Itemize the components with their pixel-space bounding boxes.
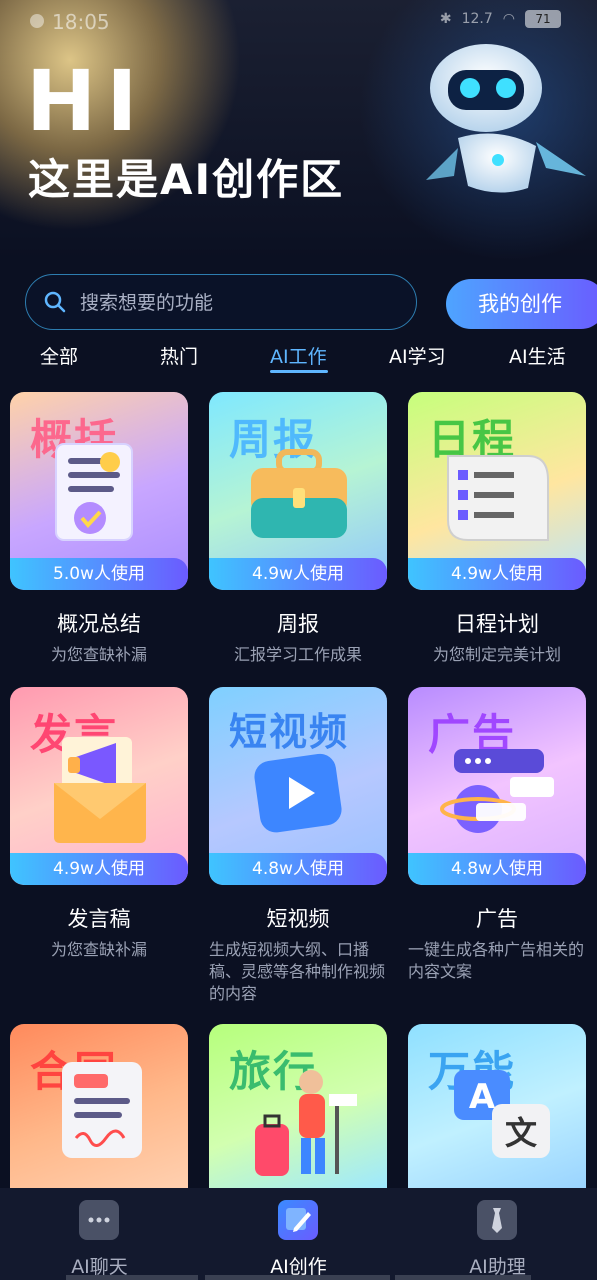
home-indicator-right	[395, 1275, 531, 1280]
hero-title: HI	[26, 52, 148, 150]
wifi-icon: ◠	[502, 11, 515, 27]
pen-icon	[278, 1200, 318, 1240]
tie-icon	[477, 1200, 517, 1240]
play-video-icon	[254, 753, 342, 833]
card-description: 生成短视频大纲、口播稿、灵感等各种制作视频的内容	[209, 940, 386, 1003]
contract-document-icon	[62, 1062, 142, 1158]
tab-ai-work[interactable]: AI工作	[270, 342, 327, 369]
active-tab-indicator	[270, 370, 328, 373]
svg-text:文: 文	[505, 1114, 537, 1152]
card-image: 合同	[10, 1024, 188, 1188]
nav-ai-assistant[interactable]: AI助理	[398, 1188, 597, 1280]
card-title: 短视频	[266, 907, 330, 931]
card-description: 一键生成各种广告相关的内容文案	[408, 940, 585, 981]
usage-badge: 4.9w人使用	[408, 558, 586, 590]
card-image: 周报 4.9w人使用	[209, 392, 387, 590]
network-speed: 12.7	[461, 11, 493, 27]
card-image: 广告 4.8w人使用	[408, 687, 586, 885]
document-check-icon	[55, 443, 133, 541]
hero-subtitle: 这里是AI创作区	[28, 155, 345, 204]
card-description: 为您查缺补漏	[50, 940, 147, 959]
card-title: 发言稿	[67, 907, 131, 931]
card-image: 万能 A 文	[408, 1024, 586, 1188]
usage-badge: 4.9w人使用	[209, 558, 387, 590]
tab-hot[interactable]: 热门	[160, 342, 198, 369]
usage-badge: 4.8w人使用	[408, 853, 586, 885]
card-description: 为您制定完美计划	[432, 645, 561, 664]
nav-ai-creation[interactable]: AI创作	[199, 1188, 398, 1280]
usage-badge: 5.0w人使用	[10, 558, 188, 590]
card-title: 广告	[476, 907, 518, 931]
nav-ai-chat[interactable]: AI聊天	[0, 1188, 199, 1280]
traveler-luggage-icon	[255, 1070, 357, 1176]
usage-badge: 4.9w人使用	[10, 853, 188, 885]
megaphone-envelope-icon	[54, 737, 146, 843]
search-icon	[44, 291, 66, 313]
chat-icon	[79, 1200, 119, 1240]
robot-mascot-icon	[426, 44, 586, 193]
tab-ai-life[interactable]: AI生活	[509, 342, 566, 369]
card-title: 日程计划	[455, 612, 539, 636]
card-image: 旅行	[209, 1024, 387, 1188]
checklist-icon	[447, 455, 549, 541]
card-description: 为您查缺补漏	[50, 645, 147, 664]
search-input[interactable]	[78, 283, 402, 323]
tab-ai-study[interactable]: AI学习	[389, 342, 446, 369]
status-indicators: ✱ 12.7 ◠ 71	[440, 10, 561, 28]
translate-icon: A 文	[454, 1070, 550, 1158]
notification-icon	[30, 14, 44, 28]
usage-badge: 4.8w人使用	[209, 853, 387, 885]
category-tabs: 全部 热门 AI工作 AI学习 AI生活	[0, 340, 597, 376]
card-description: 汇报学习工作成果	[233, 645, 362, 664]
home-indicator-center	[205, 1275, 390, 1280]
my-creation-button[interactable]: 我的创作	[446, 279, 597, 329]
card-title: 周报	[277, 612, 319, 636]
status-time: 18:05	[52, 10, 110, 34]
card-image: 日程 4.9w人使用	[408, 392, 586, 590]
bottom-navigation: AI聊天 AI创作 AI助理	[0, 1188, 597, 1280]
card-image: 发言 4.9w人使用	[10, 687, 188, 885]
search-bar[interactable]	[25, 274, 417, 330]
svg-text:A: A	[469, 1077, 496, 1117]
battery-icon: 71	[525, 10, 561, 28]
card-image: 概括 5.0w人使用	[10, 392, 188, 590]
browser-ads-icon	[440, 749, 554, 833]
briefcase-icon	[251, 449, 347, 538]
tab-all[interactable]: 全部	[40, 342, 78, 369]
bluetooth-icon: ✱	[439, 11, 452, 27]
card-title: 概况总结	[57, 612, 141, 636]
home-indicator-left	[66, 1275, 198, 1280]
card-image: 短视频 4.8w人使用	[209, 687, 387, 885]
